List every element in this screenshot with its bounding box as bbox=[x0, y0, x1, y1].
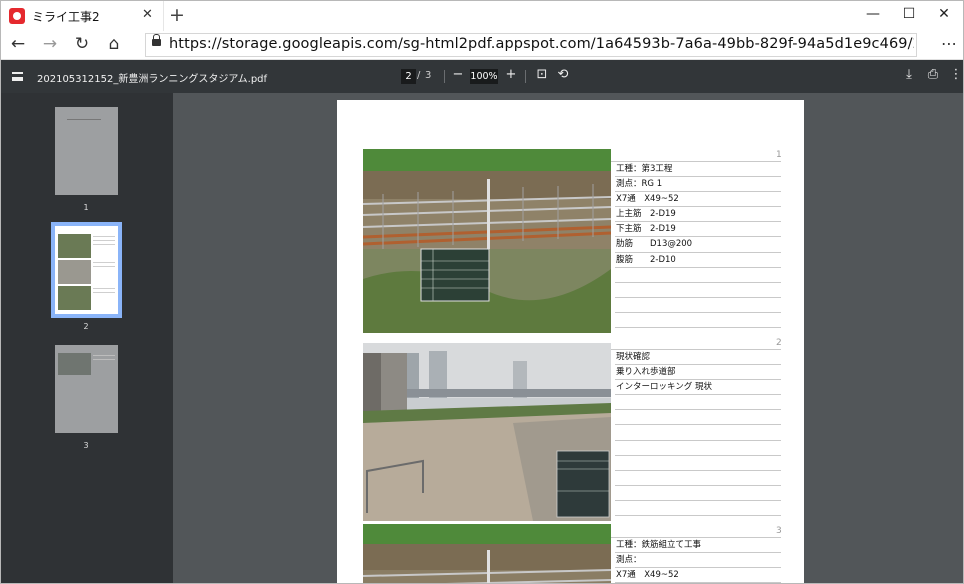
zoom-in-button[interactable]: + bbox=[504, 67, 518, 82]
url-field[interactable]: https://storage.googleapis.com/sg-html2p… bbox=[145, 33, 917, 57]
zoom-out-button[interactable]: − bbox=[451, 67, 465, 82]
pdf-more-icon[interactable]: ⋮ bbox=[949, 67, 963, 82]
note-line: 上主筋 2-D19 bbox=[615, 207, 781, 223]
thumbnail-label: 2 bbox=[83, 322, 89, 331]
maximize-button[interactable]: ☐ bbox=[899, 6, 919, 22]
photo-notes: 工種：鉄筋組立て工事 測点： X7通 X49~52 bbox=[615, 538, 781, 583]
pdf-filename: 202105312152_新豊洲ランニングスタジアム.pdf bbox=[37, 74, 268, 85]
page-total: 3 bbox=[425, 70, 432, 81]
back-button[interactable]: ← bbox=[7, 34, 29, 54]
refresh-button[interactable]: ↻ bbox=[71, 34, 93, 54]
thumbnail-label: 1 bbox=[83, 203, 89, 212]
note-line: 乗り入れ歩道部 bbox=[615, 365, 781, 381]
more-menu-button[interactable]: ⋯ bbox=[941, 34, 957, 53]
page-separator: / bbox=[417, 70, 421, 81]
note-line: 測点：RG 1 bbox=[615, 177, 781, 193]
photo-number: 2 bbox=[776, 338, 782, 348]
thumbnail-page-3[interactable] bbox=[55, 345, 118, 433]
note-line bbox=[615, 395, 781, 411]
note-line: 下主筋 2-D19 bbox=[615, 222, 781, 238]
note-line: X7通 X49~52 bbox=[615, 192, 781, 208]
note-line: 工種：鉄筋組立て工事 bbox=[615, 538, 781, 554]
note-line bbox=[615, 298, 781, 313]
toolbar-divider bbox=[444, 70, 445, 83]
browser-window: ミライ工事2 ✕ + — ☐ ✕ ← → ↻ ⌂ https://storage… bbox=[0, 0, 964, 584]
close-window-button[interactable]: ✕ bbox=[934, 6, 954, 22]
construction-photo bbox=[363, 149, 611, 333]
note-line: インターロッキング 現状 bbox=[615, 380, 781, 396]
address-bar: ← → ↻ ⌂ https://storage.googleapis.com/s… bbox=[1, 31, 963, 60]
photo-number: 1 bbox=[776, 150, 782, 160]
note-line: 肋筋 D13@200 bbox=[615, 237, 781, 253]
lock-icon bbox=[152, 34, 161, 46]
url-text: https://storage.googleapis.com/sg-html2p… bbox=[169, 36, 914, 52]
note-line: 測点： bbox=[615, 553, 781, 569]
download-icon[interactable]: ⤓ bbox=[902, 67, 916, 82]
thumbnail-page-1[interactable] bbox=[55, 107, 118, 195]
note-line bbox=[615, 268, 781, 283]
rotate-icon[interactable]: ⟲ bbox=[556, 67, 570, 82]
note-line bbox=[615, 471, 781, 486]
site-photo bbox=[363, 343, 611, 521]
photo-notes: 工種：第3工程 測点：RG 1 X7通 X49~52 上主筋 2-D19 下主筋… bbox=[615, 162, 781, 329]
note-line bbox=[615, 486, 781, 501]
zoom-level-input[interactable]: 100% bbox=[470, 69, 498, 84]
note-line bbox=[615, 441, 781, 456]
pdf-toolbar: 202105312152_新豊洲ランニングスタジアム.pdf 2 / 3 − 1… bbox=[1, 60, 963, 93]
construction-photo bbox=[363, 524, 611, 583]
photo-number: 3 bbox=[776, 526, 782, 536]
photo-notes: 現状確認 乗り入れ歩道部 インターロッキング 現状 bbox=[615, 350, 781, 517]
note-line bbox=[615, 456, 781, 471]
note-line bbox=[615, 410, 781, 426]
note-line bbox=[615, 283, 781, 298]
app-logo-icon bbox=[9, 8, 25, 24]
thumbnail-sidebar: 1 2 3 bbox=[1, 93, 173, 583]
note-line bbox=[615, 313, 781, 329]
new-tab-button[interactable]: + bbox=[169, 4, 185, 26]
note-line: X7通 X49~52 bbox=[615, 568, 781, 583]
minimize-button[interactable]: — bbox=[863, 6, 883, 22]
home-button[interactable]: ⌂ bbox=[103, 34, 125, 54]
tab-title: ミライ工事2 bbox=[32, 10, 100, 24]
note-line bbox=[615, 501, 781, 517]
forward-button[interactable]: → bbox=[39, 34, 61, 54]
tab-close-icon[interactable]: ✕ bbox=[142, 7, 153, 22]
pdf-page: 1 工種：第3工程 測点：RG 1 X7通 X49~52 上主筋 2-D19 下… bbox=[337, 100, 804, 583]
title-bar: ミライ工事2 ✕ + — ☐ ✕ bbox=[1, 1, 963, 31]
fit-page-icon[interactable]: ⊡ bbox=[535, 67, 549, 82]
note-line: 工種：第3工程 bbox=[615, 162, 781, 178]
print-icon[interactable]: ⎙ bbox=[926, 67, 940, 82]
pdf-viewer[interactable]: 1 工種：第3工程 測点：RG 1 X7通 X49~52 上主筋 2-D19 下… bbox=[173, 93, 963, 583]
note-line bbox=[615, 425, 781, 441]
note-line: 現状確認 bbox=[615, 350, 781, 366]
menu-icon[interactable] bbox=[12, 72, 23, 81]
toolbar-divider bbox=[525, 70, 526, 83]
thumbnail-page-2[interactable] bbox=[51, 222, 122, 318]
note-line: 腹筋 2-D10 bbox=[615, 253, 781, 268]
page-number-input[interactable]: 2 bbox=[401, 69, 416, 84]
thumbnail-label: 3 bbox=[83, 441, 89, 450]
browser-tab[interactable]: ミライ工事2 ✕ bbox=[1, 1, 164, 31]
